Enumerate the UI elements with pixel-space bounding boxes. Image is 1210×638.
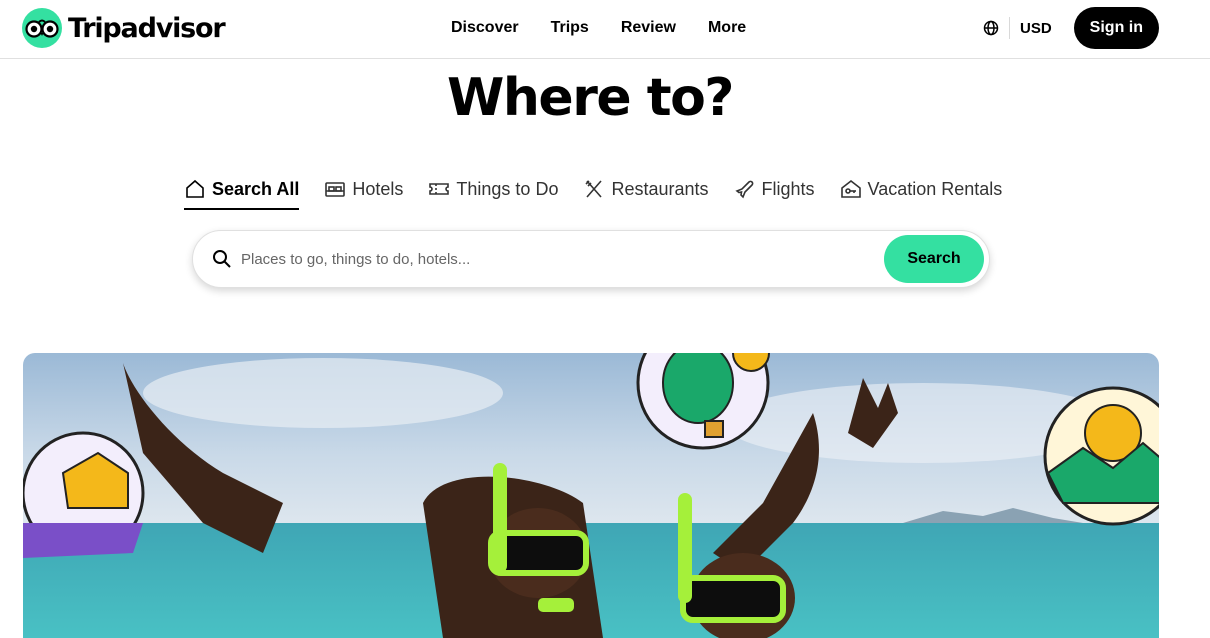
tab-label: Hotels xyxy=(352,178,404,199)
header-actions: USD Sign in xyxy=(980,7,1159,49)
tab-label: Flights xyxy=(761,178,815,199)
globe-icon[interactable] xyxy=(980,17,1002,39)
hero-image xyxy=(23,353,1159,638)
nav-review[interactable]: Review xyxy=(605,17,692,39)
search-button[interactable]: Search xyxy=(884,235,984,283)
divider xyxy=(1009,17,1010,39)
search-input[interactable] xyxy=(241,250,884,268)
currency-selector[interactable]: USD xyxy=(1020,20,1052,37)
brand-name: Tripadvisor xyxy=(68,12,226,44)
tab-vacation-rentals[interactable]: Vacation Rentals xyxy=(840,172,1003,208)
search-icon xyxy=(211,248,233,270)
tab-flights[interactable]: Flights xyxy=(734,172,815,208)
nav-more[interactable]: More xyxy=(692,17,762,39)
search-tabs: Search All Hotels Things to Do Restauran… xyxy=(184,172,1003,210)
nav-discover[interactable]: Discover xyxy=(435,17,535,39)
ticket-icon xyxy=(429,183,450,195)
tab-things-to-do[interactable]: Things to Do xyxy=(428,172,558,208)
house-key-icon xyxy=(840,179,861,198)
tab-hotels[interactable]: Hotels xyxy=(324,172,403,208)
page-title: Where to? xyxy=(447,68,734,128)
sign-in-button[interactable]: Sign in xyxy=(1073,7,1159,49)
utensils-icon xyxy=(585,180,603,198)
plane-icon xyxy=(734,180,753,199)
tab-restaurants[interactable]: Restaurants xyxy=(583,172,709,208)
home-icon xyxy=(186,179,204,198)
bed-icon xyxy=(325,182,346,197)
top-header: Tripadvisor Discover Trips Review More U… xyxy=(0,0,1210,59)
tab-label: Vacation Rentals xyxy=(867,178,1003,199)
main-nav: Discover Trips Review More xyxy=(435,17,762,39)
tab-label: Search All xyxy=(212,178,300,199)
tripadvisor-logo[interactable]: Tripadvisor xyxy=(22,8,226,48)
tab-label: Restaurants xyxy=(611,178,709,199)
search-bar: Search xyxy=(192,230,990,288)
tab-label: Things to Do xyxy=(456,178,559,199)
tab-search-all[interactable]: Search All xyxy=(184,172,300,210)
owl-logo-icon xyxy=(22,8,62,48)
nav-trips[interactable]: Trips xyxy=(535,17,605,39)
